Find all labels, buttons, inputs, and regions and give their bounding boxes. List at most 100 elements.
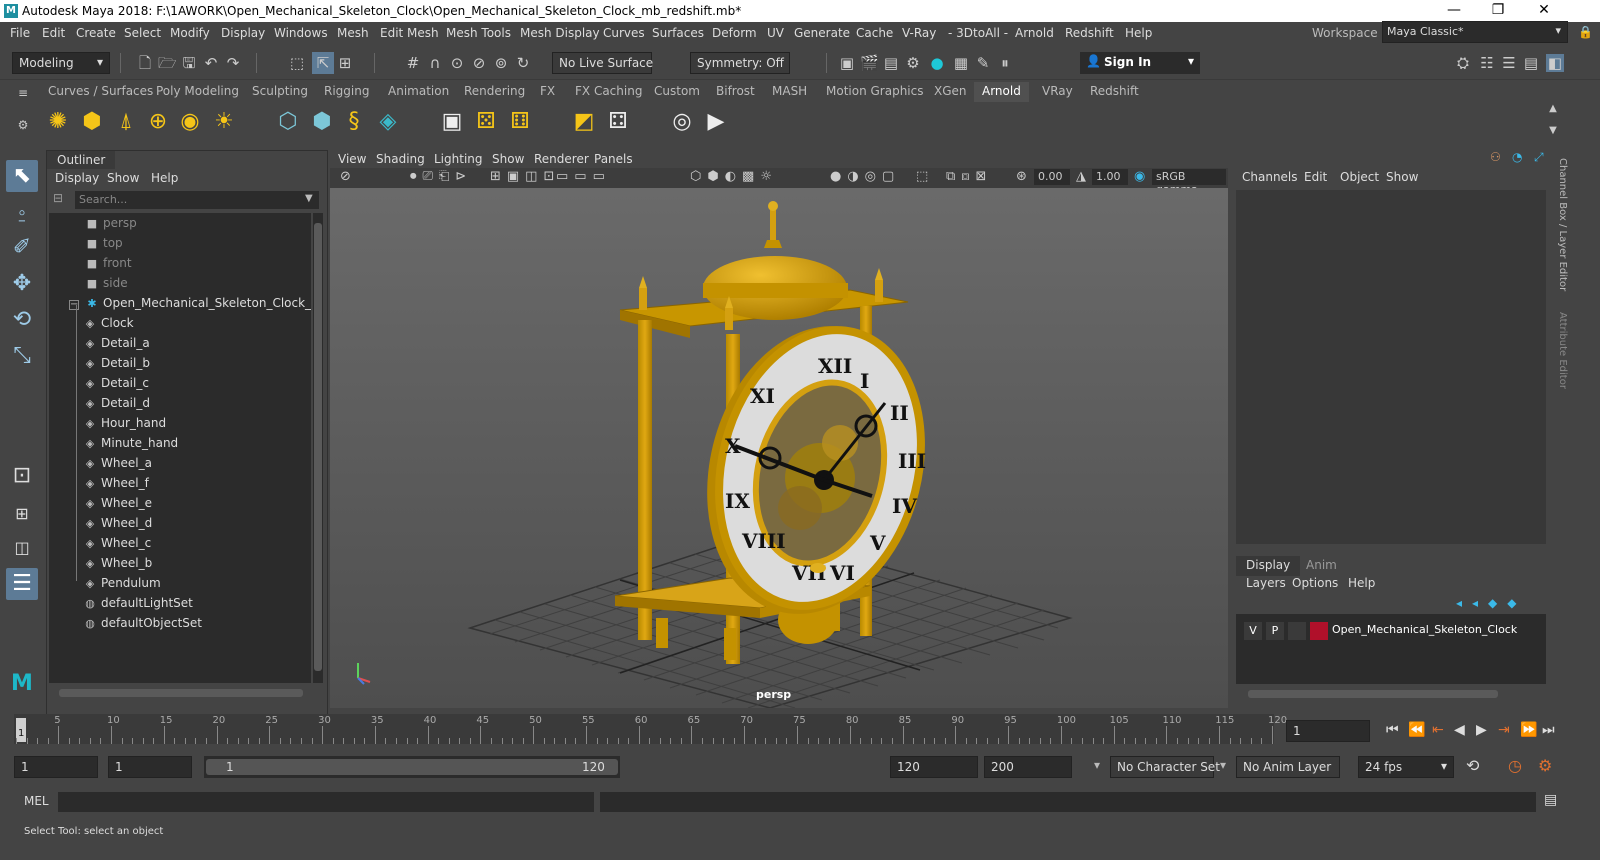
workspace-dropdown[interactable]: Maya Classic* ▾ <box>1382 21 1568 43</box>
shadows-icon[interactable]: ●◑◎▢ <box>830 169 900 184</box>
open-scene-icon[interactable]: 🗁 <box>158 54 177 72</box>
menu-file[interactable]: File <box>10 26 30 40</box>
menu-uv[interactable]: UV <box>767 26 784 40</box>
collapse-icon[interactable]: − <box>69 300 79 310</box>
snap-point-icon[interactable]: ⊙ <box>448 54 466 72</box>
light-portal-icon[interactable]: ◉ <box>176 108 204 136</box>
gamma-icon[interactable]: ◮ <box>1076 169 1086 184</box>
license-icon[interactable]: ⚃ <box>604 108 632 136</box>
tx-manager-icon[interactable]: ⚅ <box>506 108 534 136</box>
shelf-tab-sculpting[interactable]: Sculpting <box>252 84 308 98</box>
move-tool-icon[interactable]: ✥ <box>6 268 38 300</box>
shelf-tab-rigging[interactable]: Rigging <box>324 84 369 98</box>
undo-icon[interactable]: ↶ <box>202 54 220 72</box>
physical-sky-icon[interactable]: ☀ <box>210 108 238 136</box>
color-management-icon[interactable]: ◉ <box>1134 169 1145 184</box>
shading-mode-icon[interactable]: ⬡⬢◐▩☼ <box>690 169 778 184</box>
fps-dropdown[interactable]: 24 fps ▾ <box>1358 756 1454 778</box>
menu-windows[interactable]: Windows <box>274 26 328 40</box>
render-current-icon[interactable]: 🎬 <box>860 54 879 72</box>
menu-edit[interactable]: Edit <box>42 26 65 40</box>
viewport-menu-lighting[interactable]: Lighting <box>434 152 483 166</box>
end-time-field[interactable]: 200 <box>984 756 1072 778</box>
area-light-icon[interactable]: ✺ <box>44 108 72 136</box>
shelf-settings-icon[interactable]: ⚙ <box>14 116 32 134</box>
list-item[interactable]: −✱ Open_Mechanical_Skeleton_Clock_ncl1_1 <box>69 293 311 313</box>
exposure-icon[interactable]: ⊛ <box>1016 169 1027 184</box>
step-forward-frame-icon[interactable]: ⇥ <box>1498 722 1510 738</box>
maximize-button[interactable]: ❐ <box>1476 2 1520 18</box>
list-item[interactable]: ◈ Wheel_a <box>83 453 152 473</box>
menu-arnold[interactable]: Arnold <box>1015 26 1054 40</box>
menu-redshift[interactable]: Redshift <box>1065 26 1114 40</box>
side-tab-channel-box[interactable]: Channel Box / Layer Editor <box>1557 158 1568 291</box>
menu-mesh[interactable]: Mesh <box>337 26 369 40</box>
list-item[interactable]: ■ persp <box>85 213 137 233</box>
save-scene-icon[interactable]: 🖫 <box>180 54 198 72</box>
menu-help[interactable]: Help <box>1125 26 1152 40</box>
menu-vray[interactable]: V-Ray <box>902 26 936 40</box>
range-slider[interactable]: 1 120 <box>204 756 620 778</box>
channels-menu-channels[interactable]: Channels <box>1242 170 1298 184</box>
scrollbar-thumb[interactable] <box>314 223 322 671</box>
viewport-menu-view[interactable]: View <box>338 152 366 166</box>
shelf-tab-motion-graphics[interactable]: Motion Graphics <box>826 84 924 98</box>
xray-icon[interactable]: ⧉⧈⊠ <box>946 169 992 184</box>
list-item[interactable]: ◈ Pendulum <box>83 573 161 593</box>
export-standin-icon[interactable]: ⬢ <box>308 108 336 136</box>
menu-curves[interactable]: Curves <box>603 26 645 40</box>
grid-toggle-icon[interactable]: ⊞▣◫⊡ <box>490 169 560 184</box>
list-item[interactable]: ◍ defaultLightSet <box>83 593 193 613</box>
shelf-tab-fx[interactable]: FX <box>540 84 555 98</box>
current-frame-field[interactable]: 1 <box>1286 720 1370 742</box>
menu-create[interactable]: Create <box>76 26 116 40</box>
layer-menu-layers[interactable]: Layers <box>1246 576 1286 590</box>
shelf-tab-poly-modeling[interactable]: Poly Modeling <box>156 84 239 98</box>
list-item[interactable]: ◈ Detail_b <box>83 353 150 373</box>
shelf-tab-redshift[interactable]: Redshift <box>1090 84 1139 98</box>
photometric-light-icon[interactable]: ⍋ <box>112 108 140 136</box>
go-to-end-icon[interactable]: ⏭ <box>1542 722 1555 738</box>
channel-box-icon[interactable]: ▤ <box>1522 54 1540 72</box>
layer-tab-anim[interactable]: Anim <box>1306 558 1337 572</box>
color-space-field[interactable]: sRGB gamma <box>1152 169 1226 196</box>
layer-menu-help[interactable]: Help <box>1348 576 1375 590</box>
lasso-tool-icon[interactable]: ⍛ <box>6 196 38 228</box>
channel-toggle-icon[interactable]: ⚇ <box>1490 150 1501 164</box>
shelf-tab-curves-surfaces[interactable]: Curves / Surfaces <box>48 84 153 98</box>
lock-icon[interactable]: 🔒 <box>1578 25 1593 39</box>
channels-menu-object[interactable]: Object <box>1340 170 1379 184</box>
shelf-tab-animation[interactable]: Animation <box>388 84 449 98</box>
layer-horizontal-scrollbar[interactable] <box>1248 690 1498 698</box>
shelf-tab-vray[interactable]: VRay <box>1042 84 1073 98</box>
mode-dropdown[interactable]: Modeling ▾ <box>12 52 110 74</box>
menu-mesh-display[interactable]: Mesh Display <box>520 26 600 40</box>
outliner-search-input[interactable]: Search... <box>75 191 319 209</box>
render-view-icon[interactable]: ▣ <box>838 54 856 72</box>
render-tool-icon[interactable]: ✎ <box>974 54 992 72</box>
redo-icon[interactable]: ↷ <box>224 54 242 72</box>
list-item[interactable]: ◈ Wheel_f <box>83 473 149 493</box>
list-item[interactable]: ■ front <box>85 253 132 273</box>
volume-icon[interactable]: ◈ <box>374 108 402 136</box>
auto-key-icon[interactable]: ◷ <box>1508 756 1522 775</box>
step-forward-key-icon[interactable]: ⏩ <box>1520 722 1537 738</box>
snap-surface-icon[interactable]: ⊚ <box>492 54 510 72</box>
go-to-start-icon[interactable]: ⏮ <box>1386 722 1399 738</box>
chevron-down-icon[interactable]: ▾ <box>1220 758 1226 772</box>
shelf-scroll-down-icon[interactable]: ▼ <box>1544 122 1562 140</box>
loop-icon[interactable]: ⟲ <box>1466 756 1479 775</box>
select-component-icon[interactable]: ⊞ <box>336 54 354 72</box>
standin-icon[interactable]: ⬡ <box>274 108 302 136</box>
list-item[interactable]: ◈ Wheel_c <box>83 533 151 553</box>
shelf-tab-xgen[interactable]: XGen <box>934 84 967 98</box>
layer-playback-toggle[interactable]: P <box>1266 622 1284 640</box>
play-forwards-icon[interactable]: ▶ <box>1476 722 1487 738</box>
step-back-frame-icon[interactable]: ⇤ <box>1432 722 1444 738</box>
chevron-down-icon[interactable]: ▼ <box>305 193 313 204</box>
menu-select[interactable]: Select <box>124 26 161 40</box>
anim-layer-field[interactable]: No Anim Layer <box>1236 756 1340 778</box>
modeling-toolkit-icon[interactable]: ⛭ <box>1454 54 1472 72</box>
preview-icon[interactable]: ◎ <box>668 108 696 136</box>
shelf-tab-rendering[interactable]: Rendering <box>464 84 525 98</box>
